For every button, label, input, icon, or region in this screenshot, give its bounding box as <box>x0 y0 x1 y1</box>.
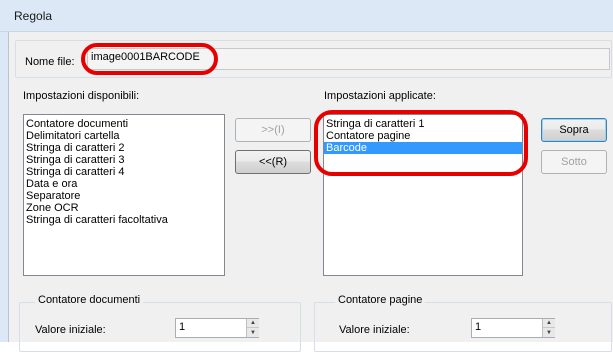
spin-down-icon[interactable]: ▼ <box>543 328 555 337</box>
remove-button[interactable]: <<(R) <box>235 150 311 174</box>
list-item[interactable]: Contatore documenti <box>24 118 224 130</box>
list-item[interactable]: Separatore <box>24 190 224 202</box>
list-item[interactable]: Stringa di caratteri 4 <box>24 166 224 178</box>
spin-up-icon[interactable]: ▲ <box>247 319 259 328</box>
document-start-value-label: Valore iniziale: <box>35 324 106 336</box>
up-button[interactable]: Sopra <box>541 118 607 142</box>
list-item[interactable]: Data e ora <box>24 178 224 190</box>
spin-down-icon[interactable]: ▼ <box>247 328 259 337</box>
page-start-stepper[interactable]: ▲ ▼ <box>542 319 555 337</box>
list-item[interactable]: Stringa di caratteri facoltativa <box>24 214 224 226</box>
applied-settings-list[interactable]: Stringa di caratteri 1 Contatore pagine … <box>323 114 523 276</box>
list-item[interactable]: Zone OCR <box>24 202 224 214</box>
page-start-value: 1 <box>475 321 482 333</box>
applied-settings-label: Impostazioni applicate: <box>324 90 436 102</box>
title-bar: Regola <box>0 0 613 32</box>
file-name-field[interactable]: image0001BARCODE <box>87 48 610 70</box>
rule-dialog: Regola Nome file: image0001BARCODE Impos… <box>0 0 613 352</box>
page-start-value-label: Valore iniziale: <box>339 324 410 336</box>
list-item[interactable]: Stringa di caratteri 1 <box>324 118 522 130</box>
document-start-stepper[interactable]: ▲ ▼ <box>246 319 259 337</box>
page-counter-title: Contatore pagine <box>335 294 426 306</box>
document-counter-title: Contatore documenti <box>35 294 144 306</box>
list-item[interactable]: Delimitatori cartella <box>24 130 224 142</box>
down-button[interactable]: Sotto <box>541 150 607 174</box>
list-item[interactable]: Stringa di caratteri 2 <box>24 142 224 154</box>
add-button[interactable]: >>(I) <box>235 118 311 142</box>
list-item[interactable]: Contatore pagine <box>324 130 522 142</box>
window-title: Regola <box>14 9 53 23</box>
spin-up-icon[interactable]: ▲ <box>543 319 555 328</box>
dialog-body: Nome file: image0001BARCODE Impostazioni… <box>8 32 613 352</box>
available-settings-list[interactable]: Contatore documenti Delimitatori cartell… <box>23 114 225 276</box>
window-frame <box>0 32 8 342</box>
list-item[interactable]: Stringa di caratteri 3 <box>24 154 224 166</box>
list-item-selected[interactable]: Barcode <box>324 142 522 154</box>
available-settings-label: Impostazioni disponibili: <box>23 90 140 102</box>
file-name-label: Nome file: <box>25 56 75 68</box>
document-start-value: 1 <box>179 321 186 333</box>
